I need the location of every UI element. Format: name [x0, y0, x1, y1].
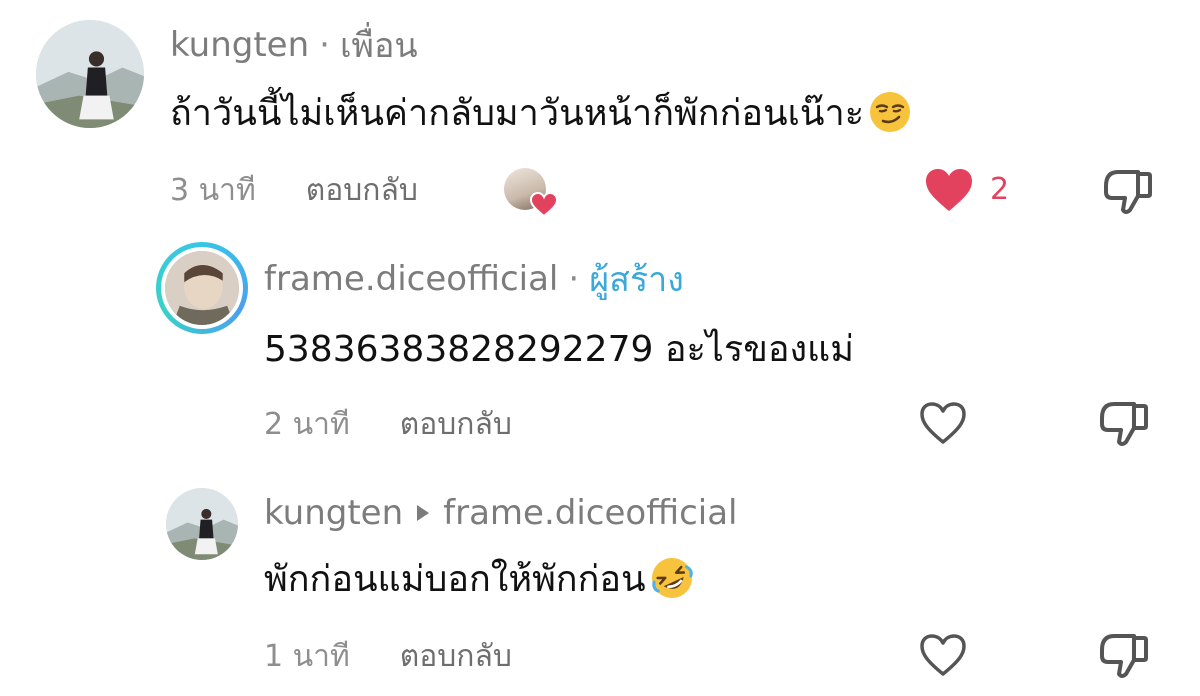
dislike-icon[interactable]: [1102, 166, 1154, 216]
smirk-emoji: [870, 92, 911, 132]
heart-icon[interactable]: [918, 400, 968, 446]
reply-to-username[interactable]: frame.diceofficial: [443, 493, 737, 533]
comment-time: 1 นาที: [264, 638, 350, 674]
creator-avatar-ring[interactable]: [156, 242, 248, 334]
heart-icon[interactable]: [918, 632, 968, 678]
heart-icon[interactable]: [924, 167, 974, 213]
heart-icon: [530, 192, 558, 218]
comment-time: 3 นาที: [170, 172, 256, 208]
creator-badge: ผู้สร้าง: [589, 260, 684, 300]
like-count: 2: [990, 172, 1010, 207]
comment-text: 53836383828292279 อะไรของแม่: [264, 328, 854, 370]
creator-liked-avatar: [504, 168, 558, 218]
username[interactable]: kungten: [170, 25, 309, 65]
play-arrow-icon: [417, 505, 430, 521]
comment-1: kungten · เพื่อน ถ้าวันนี้ไม่เห็นค่ากลับ…: [0, 0, 1200, 230]
reply-button[interactable]: ตอบกลับ: [306, 167, 418, 214]
avatar: [165, 251, 239, 325]
rolling-laughing-emoji: [651, 558, 693, 598]
separator: ·: [319, 25, 330, 65]
reply-button[interactable]: ตอบกลับ: [400, 401, 512, 448]
comment-text: ถ้าวันนี้ไม่เห็นค่ากลับมาวันหน้าก็พักก่อ…: [170, 92, 865, 134]
comment-time: 2 นาที: [264, 406, 350, 442]
friend-badge: เพื่อน: [339, 26, 418, 66]
reply-button[interactable]: ตอบกลับ: [400, 633, 512, 680]
dislike-icon[interactable]: [1098, 398, 1150, 448]
comment-2: frame.diceofficial · ผู้สร้าง 5383638382…: [0, 230, 1200, 470]
separator: ·: [568, 259, 580, 299]
comment-text: พักก่อนแม่บอกให้พักก่อน: [264, 558, 646, 600]
dislike-icon[interactable]: [1098, 630, 1150, 680]
avatar[interactable]: [166, 488, 238, 560]
comment-3: kungten frame.diceofficial พักก่อนแม่บอก…: [0, 470, 1200, 696]
username[interactable]: kungten: [264, 493, 403, 533]
avatar[interactable]: [36, 20, 144, 128]
username[interactable]: frame.diceofficial: [264, 259, 558, 299]
